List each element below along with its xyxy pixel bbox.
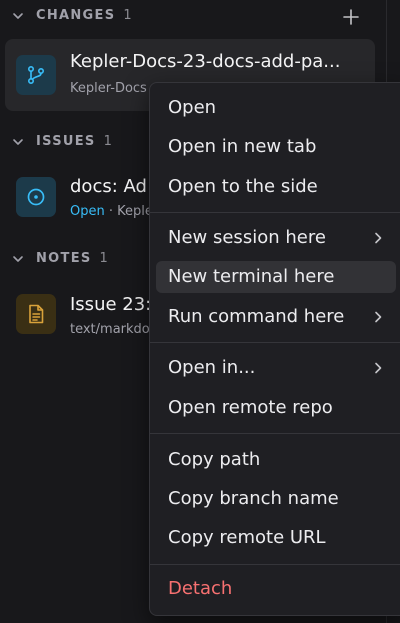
chevron-right-icon xyxy=(375,362,382,374)
note-subtitle: text/markdo xyxy=(70,322,150,337)
chevron-down-icon xyxy=(13,256,23,262)
menu-separator xyxy=(150,433,400,434)
change-title: Kepler-Docs-23-docs-add-pa... xyxy=(70,51,341,72)
section-title-changes: CHANGES 1 xyxy=(36,8,132,23)
context-menu: Open Open in new tab Open to the side Ne… xyxy=(149,82,400,616)
menu-item-open-in[interactable]: Open in... xyxy=(156,352,396,384)
note-title: Issue 23: xyxy=(70,294,150,315)
add-icon[interactable] xyxy=(342,8,360,26)
menu-item-run-command[interactable]: Run command here xyxy=(156,301,396,333)
chevron-down-icon xyxy=(13,13,23,19)
document-icon xyxy=(16,294,56,334)
menu-item-copy-path[interactable]: Copy path xyxy=(156,444,396,476)
issue-subtitle: Open · Keple xyxy=(70,204,150,219)
menu-separator xyxy=(150,212,400,213)
menu-item-open-to-side[interactable]: Open to the side xyxy=(156,171,396,203)
section-header-changes[interactable]: CHANGES 1 xyxy=(0,1,386,31)
menu-item-copy-remote-url[interactable]: Copy remote URL xyxy=(156,522,396,554)
section-title-issues: ISSUES 1 xyxy=(36,134,112,149)
menu-item-copy-branch-name[interactable]: Copy branch name xyxy=(156,483,396,515)
section-count-issues: 1 xyxy=(103,134,112,149)
menu-separator xyxy=(150,564,400,565)
issue-circle-icon xyxy=(16,177,56,217)
menu-item-new-terminal[interactable]: New terminal here xyxy=(156,261,396,293)
chevron-right-icon xyxy=(375,311,382,323)
menu-item-open-remote-repo[interactable]: Open remote repo xyxy=(156,392,396,424)
change-subtitle: Kepler-Docs xyxy=(70,81,147,96)
chevron-right-icon xyxy=(375,232,382,244)
section-title-notes: NOTES 1 xyxy=(36,251,108,266)
menu-item-open-new-tab[interactable]: Open in new tab xyxy=(156,131,396,163)
issue-status: Open xyxy=(70,204,105,219)
menu-separator xyxy=(150,342,400,343)
menu-item-new-session[interactable]: New session here xyxy=(156,222,396,254)
chevron-down-icon xyxy=(13,139,23,145)
section-count-changes: 1 xyxy=(123,8,132,23)
menu-item-open[interactable]: Open xyxy=(156,92,396,124)
menu-item-detach[interactable]: Detach xyxy=(156,573,396,605)
git-branch-icon xyxy=(16,55,56,95)
issue-title: docs: Ad xyxy=(70,176,147,197)
section-count-notes: 1 xyxy=(99,251,108,266)
